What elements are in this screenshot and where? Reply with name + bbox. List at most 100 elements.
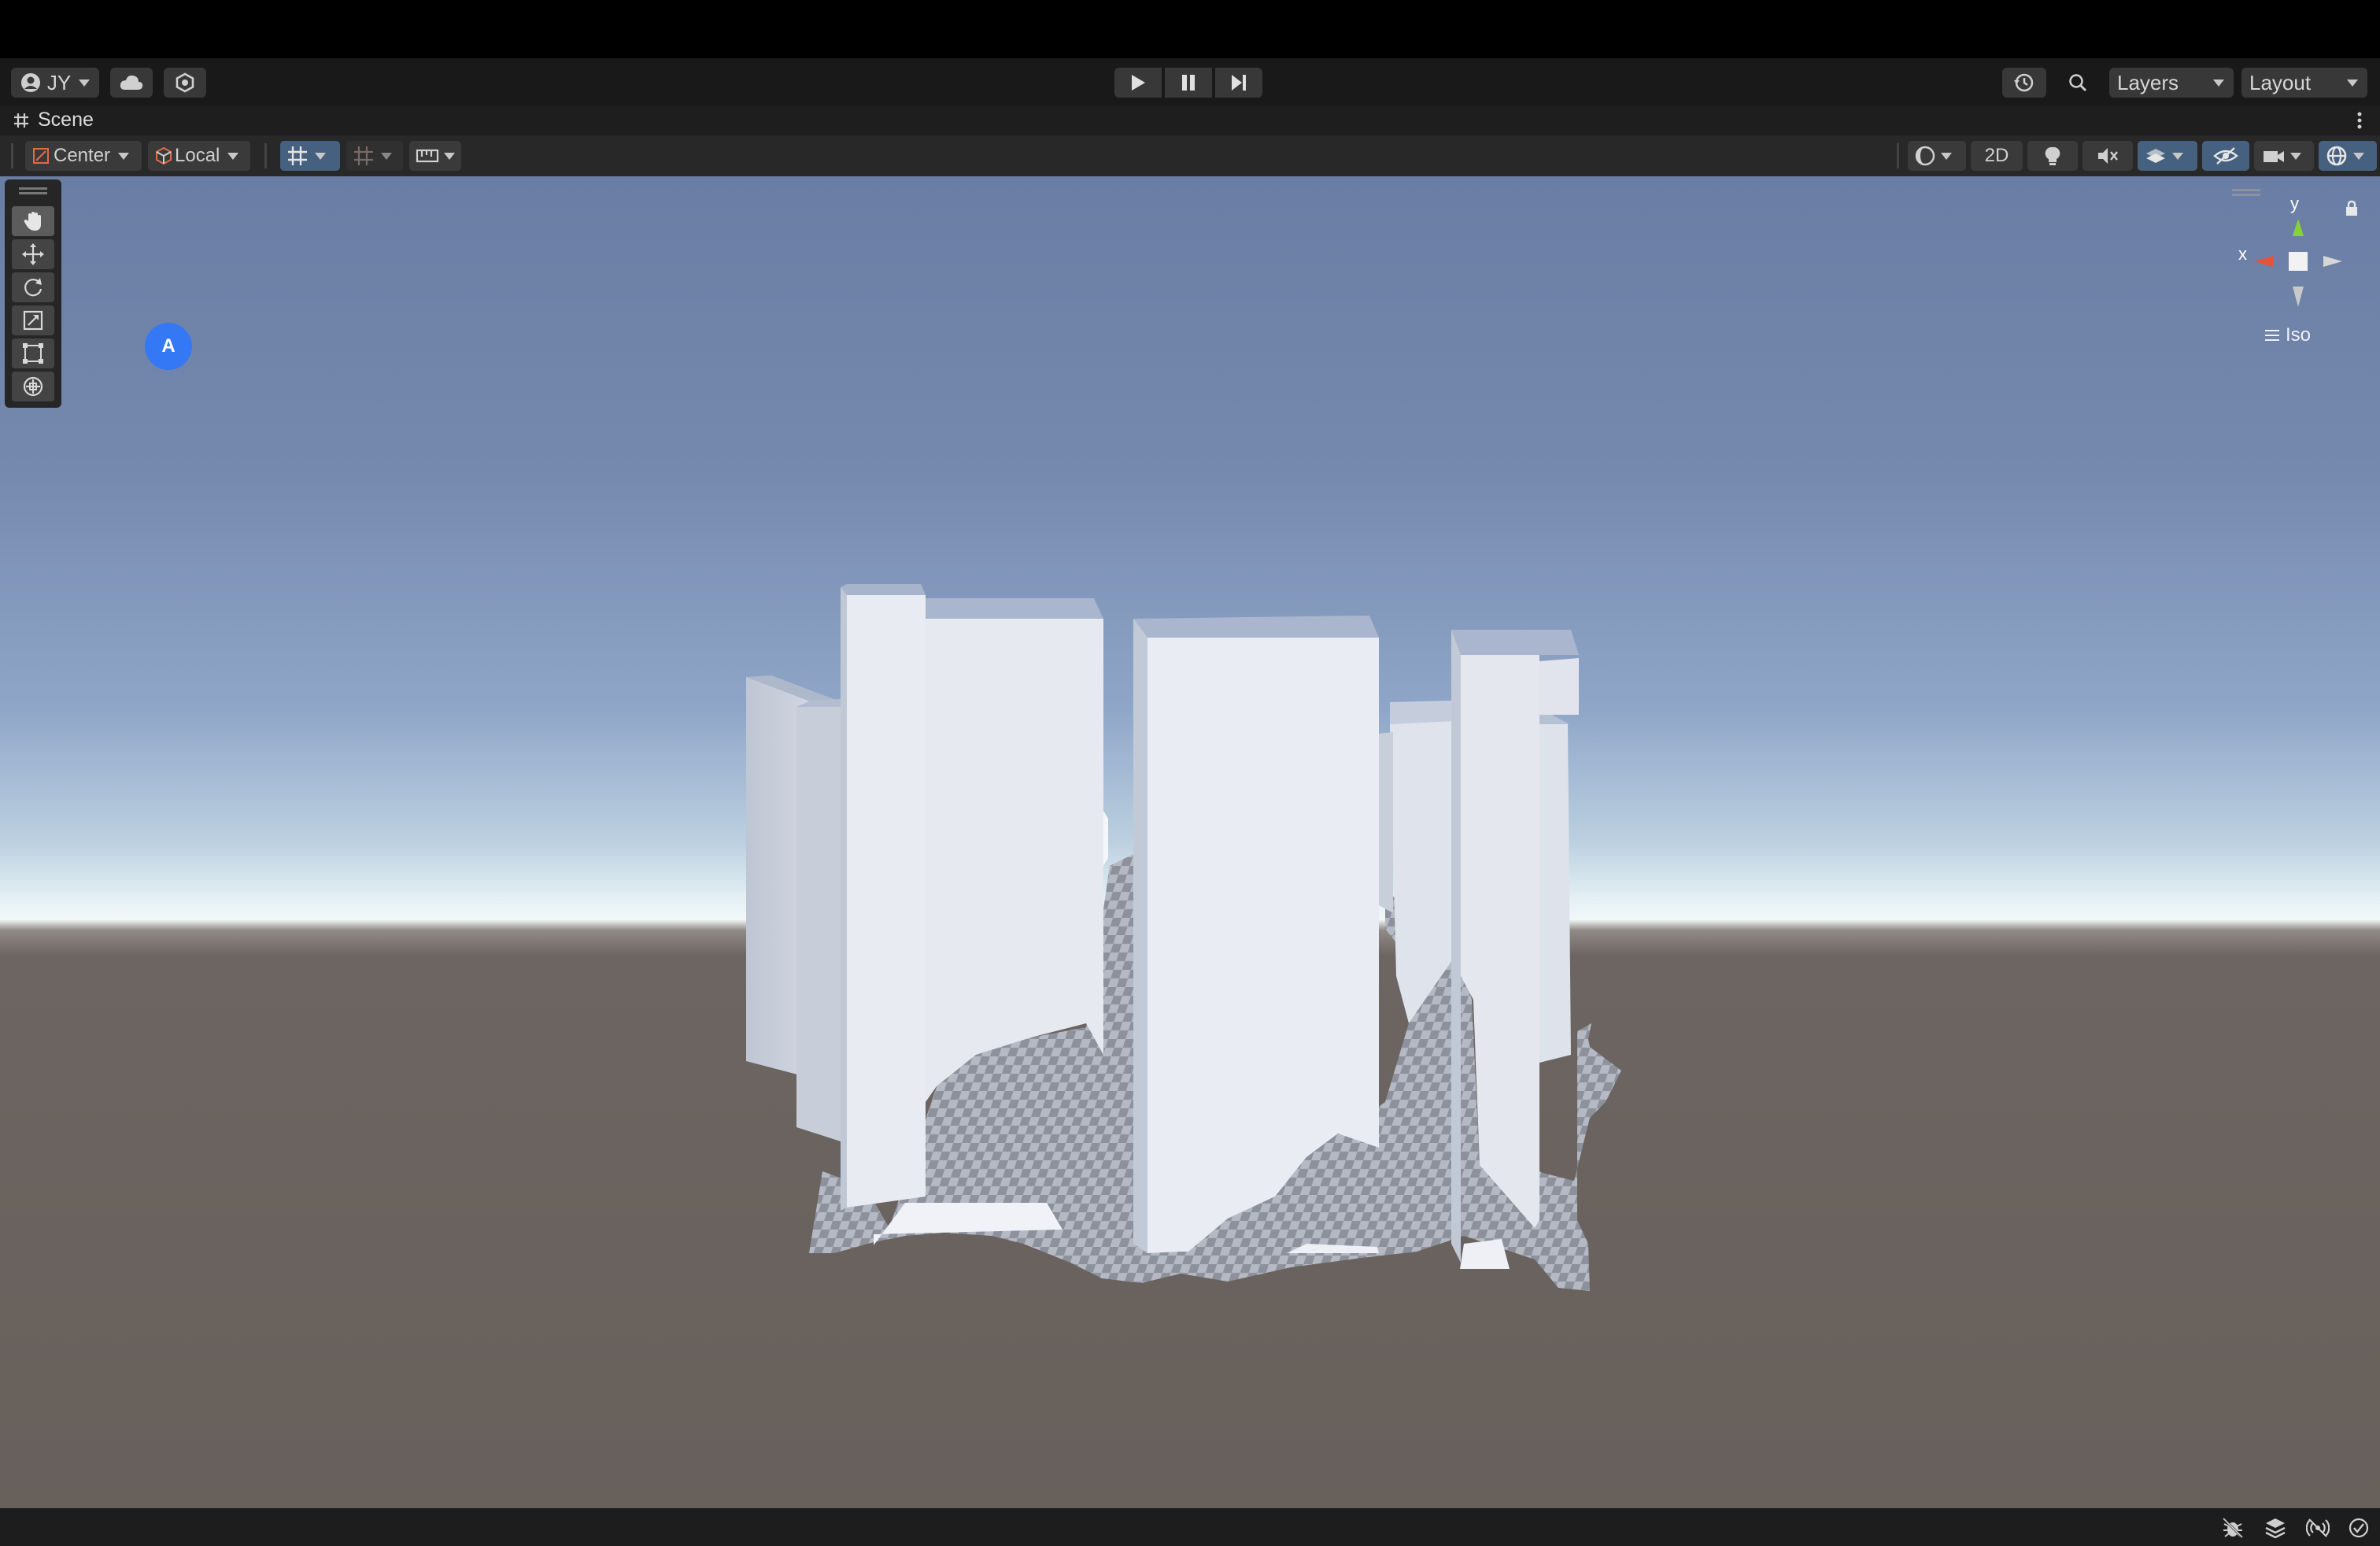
- chevron-down-icon: [2213, 79, 2224, 87]
- scale-tool-button[interactable]: [12, 305, 54, 335]
- window-title-strip: [0, 0, 2380, 58]
- layout-dropdown[interactable]: Layout: [2241, 68, 2367, 98]
- play-button[interactable]: [1114, 68, 1162, 98]
- collaborator-avatar[interactable]: A: [145, 323, 192, 370]
- move-tool-button[interactable]: [12, 239, 54, 269]
- lock-icon[interactable]: [2344, 200, 2360, 217]
- projection-toggle[interactable]: Iso: [2264, 324, 2311, 346]
- chevron-down-icon: [381, 152, 392, 160]
- kebab-menu-icon: [2357, 112, 2362, 129]
- step-button[interactable]: [1215, 68, 1262, 98]
- transform-tool-button[interactable]: [12, 372, 54, 401]
- pivot-mode-label: Center: [54, 145, 111, 166]
- main-toolbar: JY Layers Layout: [0, 58, 2380, 105]
- chevron-down-icon: [2347, 79, 2358, 87]
- scale-icon: [23, 310, 43, 331]
- hand-icon: [24, 212, 41, 231]
- tab-scene[interactable]: Scene: [0, 105, 118, 135]
- chevron-down-icon: [444, 152, 455, 160]
- rect-icon: [23, 343, 43, 364]
- account-button[interactable]: JY: [11, 68, 99, 98]
- layout-label: Layout: [2249, 70, 2312, 94]
- scene-tab-bar: Scene: [0, 105, 2380, 135]
- audio-toggle[interactable]: [2082, 141, 2133, 171]
- tools-overlay: [5, 179, 61, 408]
- grid-snapping-toggle[interactable]: [280, 141, 340, 171]
- camera-icon: [2264, 151, 2284, 162]
- lightbulb-icon: [2045, 146, 2060, 165]
- chevron-down-icon: [79, 79, 91, 87]
- shaded-sphere-icon: [1915, 146, 1935, 166]
- chevron-down-icon: [2353, 152, 2364, 160]
- search-button[interactable]: [2056, 68, 2100, 98]
- orientation-gizmo[interactable]: y x Iso: [2232, 189, 2374, 354]
- axis-gizmo-icon: [2254, 219, 2342, 307]
- lighting-toggle[interactable]: [2027, 141, 2078, 171]
- chevron-down-icon: [2172, 152, 2183, 160]
- grid-snap-icon: [288, 146, 307, 165]
- history-button[interactable]: [2002, 68, 2046, 98]
- avatar-letter: A: [161, 335, 176, 357]
- pivot-mode-dropdown[interactable]: Center: [25, 141, 142, 171]
- wireless-icon[interactable]: [2306, 1516, 2330, 1540]
- effects-dropdown[interactable]: [2138, 141, 2197, 171]
- collab-button[interactable]: [164, 68, 206, 98]
- rotate-icon: [24, 278, 42, 297]
- chevron-down-icon: [118, 152, 130, 160]
- cube-local-icon: [156, 146, 172, 165]
- transform-icon: [23, 376, 43, 397]
- history-icon: [2014, 73, 2034, 92]
- play-icon: [1132, 75, 1145, 91]
- scene-grid-icon: [14, 113, 28, 128]
- drag-handle-icon[interactable]: [19, 187, 47, 190]
- scene-viewport[interactable]: A: [0, 176, 2380, 1508]
- gizmo-x-label: x: [2238, 244, 2247, 264]
- hand-tool-button[interactable]: [12, 206, 54, 236]
- pivot-center-icon: [33, 148, 49, 164]
- account-label: JY: [46, 70, 72, 94]
- gizmos-dropdown[interactable]: [2319, 141, 2377, 171]
- pause-button[interactable]: [1165, 68, 1212, 98]
- layers-dropdown[interactable]: Layers: [2109, 68, 2234, 98]
- gizmo-drag-handle-line: [2232, 194, 2260, 196]
- increment-snap-toggle[interactable]: [346, 141, 403, 171]
- effects-layers-icon: [2146, 149, 2165, 163]
- camera-settings-dropdown[interactable]: [2254, 141, 2314, 171]
- rect-tool-button[interactable]: [12, 338, 54, 368]
- increment-snap-icon: [354, 146, 373, 165]
- more-options-button[interactable]: [2349, 105, 2372, 135]
- cloud-icon: [120, 75, 143, 90]
- toolbar-divider: [264, 143, 267, 168]
- ruler-icon: [416, 149, 439, 163]
- layers-label: Layers: [2117, 70, 2179, 94]
- status-bar: [0, 1508, 2380, 1546]
- toggle-2d-button[interactable]: 2D: [1971, 141, 2023, 171]
- chevron-down-icon: [227, 152, 239, 160]
- shading-mode-dropdown[interactable]: [1908, 141, 1966, 171]
- gizmo-drag-handle[interactable]: [2232, 189, 2260, 191]
- projection-label: Iso: [2286, 324, 2312, 346]
- search-icon: [2069, 74, 2086, 91]
- step-forward-icon: [1232, 75, 1246, 91]
- pivot-rotation-dropdown[interactable]: Local: [148, 141, 250, 171]
- speaker-muted-icon: [2098, 148, 2118, 164]
- terrain-buildings-render: [746, 584, 1621, 1291]
- toggle-2d-label: 2D: [1984, 145, 2009, 166]
- scene-visibility-toggle[interactable]: [2202, 141, 2249, 171]
- layers-stack-icon[interactable]: [2264, 1516, 2287, 1540]
- gizmo-globe-icon: [2326, 146, 2347, 166]
- rotate-tool-button[interactable]: [12, 272, 54, 302]
- cloud-button[interactable]: [110, 68, 153, 98]
- toolbar-divider: [1897, 143, 1899, 168]
- account-icon: [20, 73, 40, 92]
- chevron-down-icon: [315, 152, 326, 160]
- chevron-down-icon: [2290, 152, 2301, 160]
- move-icon: [22, 243, 44, 265]
- bug-icon[interactable]: [2221, 1516, 2245, 1540]
- snap-settings-dropdown[interactable]: [409, 141, 461, 171]
- gizmo-y-label: y: [2290, 194, 2299, 213]
- eye-slash-icon: [2213, 147, 2238, 165]
- scene-toolbar: Center Local 2D: [0, 135, 2380, 176]
- tab-scene-label: Scene: [38, 109, 94, 131]
- check-circle-icon[interactable]: [2347, 1516, 2371, 1540]
